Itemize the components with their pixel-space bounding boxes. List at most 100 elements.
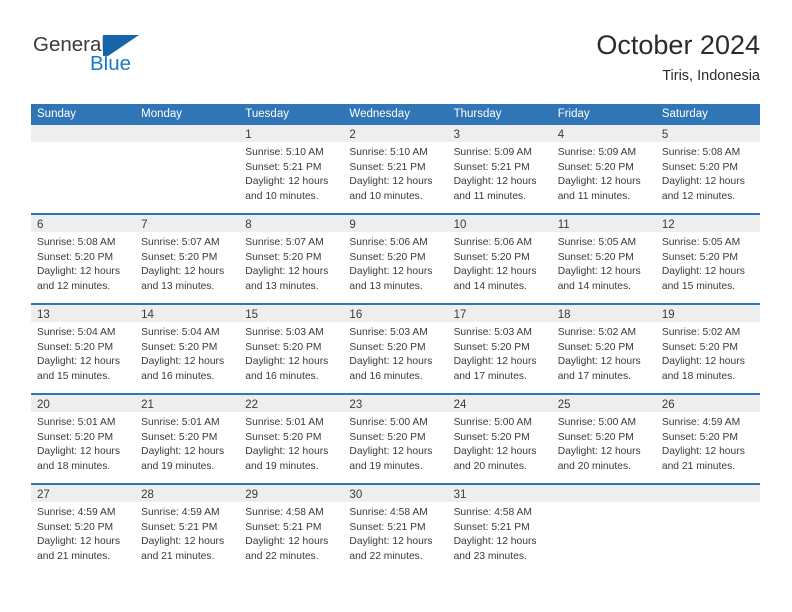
day-number-band: 1 (239, 125, 344, 142)
day-info-line: Sunset: 5:20 PM (349, 251, 426, 263)
day-info-line: Daylight: 12 hours (37, 356, 120, 368)
day-cell-body: Sunrise: 5:05 AM Sunset: 5:20 PM Daylight:… (656, 232, 760, 294)
day-info-line: Sunset: 5:20 PM (245, 431, 322, 443)
day-number: 9 (349, 219, 356, 231)
day-info-line: Sunset: 5:20 PM (37, 341, 114, 353)
calendar-day-cell[interactable]: 18 Sunrise: 5:02 AM Sunset: 5:20 PM Dayligh… (551, 305, 656, 393)
day-number-band: 20 (31, 395, 136, 412)
calendar-day-cell[interactable]: 2 Sunrise: 5:10 AM Sunset: 5:21 PM Daylight… (343, 125, 448, 213)
day-number: 22 (245, 399, 259, 411)
calendar-day-cell[interactable]: 9 Sunrise: 5:06 AM Sunset: 5:20 PM Daylight… (343, 215, 448, 303)
weekday-header-saturday: Saturday (661, 108, 708, 120)
calendar-day-cell[interactable]: 8 Sunrise: 5:07 AM Sunset: 5:20 PM Daylight… (239, 215, 344, 303)
day-info-line: Daylight: 12 hours (557, 356, 641, 368)
day-info-line: and 11 minutes. (557, 190, 631, 202)
day-info-line: and 14 minutes. (453, 280, 527, 292)
day-cell-body: Sunrise: 5:10 AM Sunset: 5:21 PM Daylight:… (239, 142, 343, 204)
calendar-day-cell[interactable]: 14 Sunrise: 5:04 AM Sunset: 5:20 PM Dayligh… (135, 305, 240, 393)
calendar-day-cell[interactable]: 28 Sunrise: 4:59 AM Sunset: 5:21 PM Dayligh… (135, 485, 240, 573)
calendar-day-cell[interactable]: 22 Sunrise: 5:01 AM Sunset: 5:20 PM Dayligh… (239, 395, 344, 483)
day-cell-body: Sunrise: 4:58 AM Sunset: 5:21 PM Daylight:… (448, 502, 552, 564)
day-info-line: and 15 minutes. (661, 280, 736, 292)
day-info-line: Sunrise: 5:10 AM (245, 147, 324, 158)
day-number-band: 23 (343, 395, 448, 412)
day-info-line: Daylight: 12 hours (557, 446, 641, 458)
calendar-day-cell[interactable]: 26 Sunrise: 4:59 AM Sunset: 5:20 PM Dayligh… (655, 395, 760, 483)
day-info-line: Sunrise: 5:06 AM (453, 237, 532, 248)
calendar-day-cell[interactable]: 23 Sunrise: 5:00 AM Sunset: 5:20 PM Dayligh… (343, 395, 448, 483)
calendar-week-row: 27 Sunrise: 4:59 AM Sunset: 5:20 PM Dayligh… (31, 483, 760, 573)
day-info-line: and 16 minutes. (245, 370, 319, 382)
day-info-line: Daylight: 12 hours (141, 536, 225, 548)
day-info-line: Daylight: 12 hours (349, 356, 433, 368)
day-info-line: and 10 minutes. (349, 190, 423, 202)
calendar-day-cell[interactable]: 17 Sunrise: 5:03 AM Sunset: 5:20 PM Dayligh… (447, 305, 552, 393)
day-info-line: Sunrise: 5:07 AM (245, 237, 324, 248)
day-info-line: Daylight: 12 hours (245, 356, 329, 368)
calendar-week-row: 6 Sunrise: 5:08 AM Sunset: 5:20 PM Daylight… (31, 213, 760, 303)
day-cell-body: Sunrise: 5:02 AM Sunset: 5:20 PM Daylight:… (552, 322, 656, 384)
day-info-line: Sunset: 5:20 PM (661, 161, 738, 173)
day-info-line: Daylight: 12 hours (349, 446, 433, 458)
calendar-day-cell[interactable]: 7 Sunrise: 5:07 AM Sunset: 5:20 PM Daylight… (135, 215, 240, 303)
calendar-day-cell[interactable]: 12 Sunrise: 5:05 AM Sunset: 5:20 PM Dayligh… (655, 215, 760, 303)
day-info-line: Sunrise: 5:00 AM (453, 417, 532, 428)
calendar-day-cell[interactable]: 27 Sunrise: 4:59 AM Sunset: 5:20 PM Dayligh… (31, 485, 136, 573)
day-cell-body: Sunrise: 5:00 AM Sunset: 5:20 PM Daylight:… (343, 412, 447, 474)
calendar-day-cell[interactable]: 10 Sunrise: 5:06 AM Sunset: 5:20 PM Dayligh… (447, 215, 552, 303)
day-info-line: Daylight: 12 hours (245, 446, 329, 458)
calendar-day-cell[interactable]: 11 Sunrise: 5:05 AM Sunset: 5:20 PM Dayligh… (551, 215, 656, 303)
day-info-line: Sunset: 5:20 PM (245, 341, 322, 353)
day-number-band: 3 (447, 125, 552, 142)
calendar-day-cell[interactable]: 16 Sunrise: 5:03 AM Sunset: 5:20 PM Dayligh… (343, 305, 448, 393)
calendar-day-cell[interactable]: 24 Sunrise: 5:00 AM Sunset: 5:20 PM Dayligh… (447, 395, 552, 483)
day-cell-body: Sunrise: 5:03 AM Sunset: 5:20 PM Daylight:… (239, 322, 343, 384)
day-info-line: Sunset: 5:20 PM (661, 431, 738, 443)
day-info-line: and 21 minutes. (141, 550, 215, 562)
day-info-line: and 13 minutes. (349, 280, 423, 292)
day-number: 8 (245, 219, 252, 231)
brand-logo[interactable]: General Blue (31, 34, 231, 90)
calendar-day-cell[interactable]: 20 Sunrise: 5:01 AM Sunset: 5:20 PM Dayligh… (31, 395, 136, 483)
day-info-line: Daylight: 12 hours (453, 446, 537, 458)
day-info-line: Sunrise: 4:58 AM (349, 507, 428, 518)
calendar-grid: Sunday Monday Tuesday Wednesday Thursday Frid… (31, 104, 760, 573)
calendar-day-cell[interactable]: 15 Sunrise: 5:03 AM Sunset: 5:20 PM Dayligh… (239, 305, 344, 393)
calendar-day-cell[interactable]: 13 Sunrise: 5:04 AM Sunset: 5:20 PM Dayligh… (31, 305, 136, 393)
day-info-line: Sunset: 5:20 PM (349, 431, 426, 443)
day-info-line: Daylight: 12 hours (245, 536, 329, 548)
day-number-band: 16 (343, 305, 448, 322)
calendar-day-cell[interactable]: 5 Sunrise: 5:08 AM Sunset: 5:20 PM Daylight… (655, 125, 760, 213)
calendar-day-cell[interactable]: 19 Sunrise: 5:02 AM Sunset: 5:20 PM Dayligh… (655, 305, 760, 393)
calendar-day-cell-empty (31, 125, 136, 213)
calendar-day-cell[interactable]: 1 Sunrise: 5:10 AM Sunset: 5:21 PM Daylight… (239, 125, 344, 213)
day-number-band: 26 (655, 395, 760, 412)
day-info-line: Daylight: 12 hours (37, 536, 120, 548)
day-info-line: Sunrise: 4:58 AM (453, 507, 532, 518)
day-info-line: Sunrise: 5:02 AM (557, 327, 637, 338)
day-number-band: 22 (239, 395, 344, 412)
calendar-day-cell[interactable]: 25 Sunrise: 5:00 AM Sunset: 5:20 PM Dayligh… (551, 395, 656, 483)
day-info-line: Daylight: 12 hours (453, 536, 537, 548)
calendar-day-cell[interactable]: 6 Sunrise: 5:08 AM Sunset: 5:20 PM Daylight… (31, 215, 136, 303)
day-info-line: Sunset: 5:20 PM (245, 251, 322, 263)
day-cell-body: Sunrise: 5:03 AM Sunset: 5:20 PM Daylight:… (448, 322, 552, 384)
calendar-day-cell[interactable]: 21 Sunrise: 5:01 AM Sunset: 5:20 PM Dayligh… (135, 395, 240, 483)
day-info-line: Sunset: 5:20 PM (141, 431, 218, 443)
day-info-line: Sunrise: 5:00 AM (557, 417, 637, 428)
day-info-line: and 22 minutes. (245, 550, 319, 562)
day-number-band: 5 (655, 125, 760, 142)
calendar-day-cell[interactable]: 29 Sunrise: 4:58 AM Sunset: 5:21 PM Dayligh… (239, 485, 344, 573)
calendar-day-cell[interactable]: 30 Sunrise: 4:58 AM Sunset: 5:21 PM Dayligh… (343, 485, 448, 573)
calendar-day-cell[interactable]: 31 Sunrise: 4:58 AM Sunset: 5:21 PM Dayligh… (447, 485, 552, 573)
day-info-line: Sunrise: 5:01 AM (37, 417, 116, 428)
calendar-day-cell[interactable]: 3 Sunrise: 5:09 AM Sunset: 5:21 PM Daylight… (447, 125, 552, 213)
calendar-day-cell[interactable]: 4 Sunrise: 5:09 AM Sunset: 5:20 PM Daylight… (551, 125, 656, 213)
day-info-line: Daylight: 12 hours (453, 176, 537, 188)
weekday-header-tuesday: Tuesday (245, 108, 289, 120)
day-number-band: 12 (655, 215, 760, 232)
day-info-line: Daylight: 12 hours (37, 266, 120, 278)
day-info-line: Sunrise: 5:03 AM (349, 327, 428, 338)
weekday-header-friday: Friday (557, 108, 590, 120)
day-number: 1 (245, 129, 252, 141)
